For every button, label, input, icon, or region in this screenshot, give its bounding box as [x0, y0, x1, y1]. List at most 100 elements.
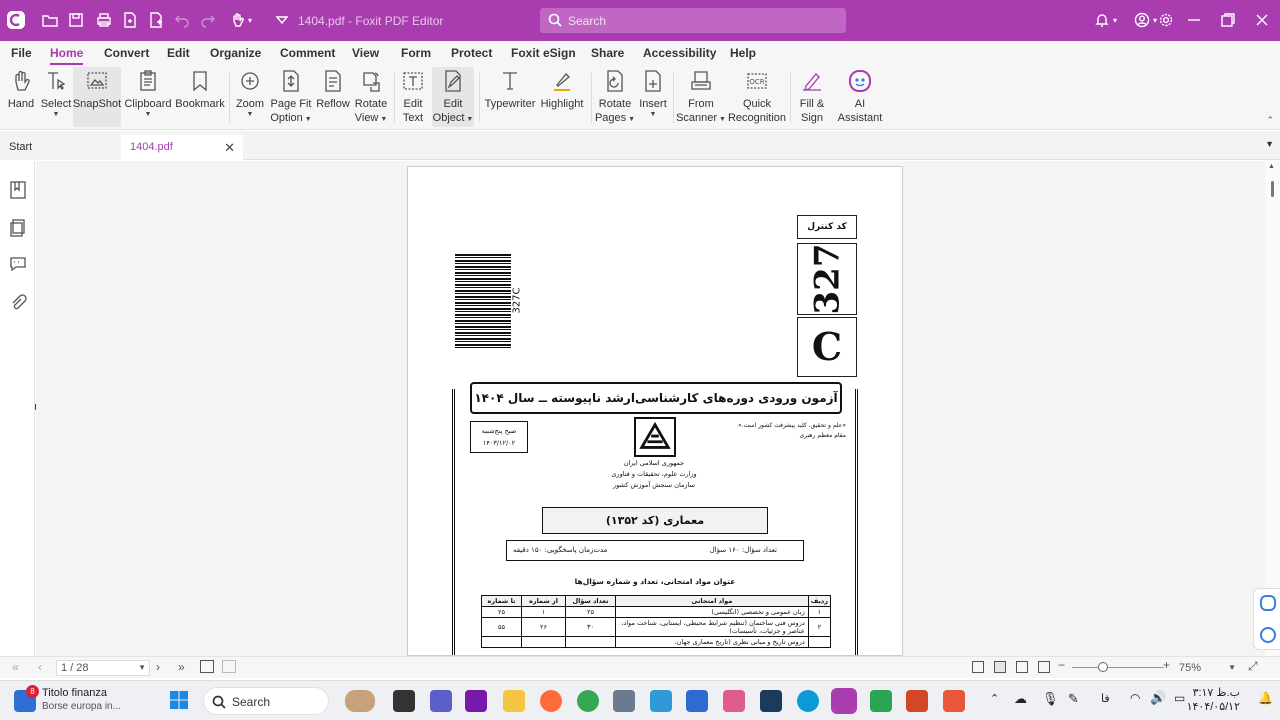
- from-scanner-button[interactable]: From Scanner ▼: [676, 67, 726, 127]
- menu-convert[interactable]: Convert: [104, 46, 149, 60]
- menu-share[interactable]: Share: [591, 46, 624, 60]
- bookmark-button[interactable]: Bookmark: [175, 67, 225, 127]
- input-language[interactable]: فا: [1101, 692, 1110, 705]
- firefox-icon[interactable]: [540, 690, 562, 712]
- calculator-icon[interactable]: [613, 690, 635, 712]
- menu-help[interactable]: Help: [730, 46, 756, 60]
- show-hidden-icons-icon[interactable]: ⌃: [990, 692, 999, 705]
- print-icon[interactable]: [92, 8, 116, 32]
- menu-file[interactable]: File: [11, 46, 32, 60]
- hand-tool-button[interactable]: Hand: [5, 67, 37, 127]
- first-page-icon[interactable]: «: [12, 660, 19, 674]
- taskbar-search[interactable]: Search: [203, 687, 329, 715]
- zoom-level-input[interactable]: 75% ▼: [1176, 660, 1240, 676]
- windows-start-icon[interactable]: [169, 690, 189, 710]
- search-input[interactable]: Search: [540, 8, 846, 33]
- pages-panel-icon[interactable]: [9, 219, 27, 237]
- task-view-icon[interactable]: [393, 690, 415, 712]
- clipboard-dropdown-icon[interactable]: ▼: [145, 111, 152, 119]
- wifi-icon[interactable]: ◠: [1130, 691, 1140, 705]
- zoom-dropdown-icon[interactable]: ▼: [1228, 663, 1236, 672]
- tab-start[interactable]: Start: [0, 135, 122, 160]
- edit-text-button[interactable]: Edit Text: [398, 67, 428, 127]
- ai-assistant-button[interactable]: AI Assistant: [836, 67, 884, 127]
- previous-page-icon[interactable]: ‹: [38, 660, 42, 674]
- pen-icon[interactable]: ✎: [1068, 691, 1079, 707]
- teams-chat-icon[interactable]: [430, 690, 452, 712]
- menu-comment[interactable]: Comment: [280, 46, 335, 60]
- rotate-pages-button[interactable]: Rotate Pages ▼: [595, 67, 635, 127]
- microphone-icon[interactable]: 🎙: [1042, 691, 1059, 707]
- typewriter-button[interactable]: Typewriter: [484, 67, 536, 127]
- volume-icon[interactable]: 🔊: [1150, 690, 1166, 706]
- highlight-button[interactable]: Highlight: [538, 67, 586, 127]
- menu-protect[interactable]: Protect: [451, 46, 492, 60]
- snipping-tool-icon[interactable]: [650, 690, 672, 712]
- quick-access-dropdown-icon[interactable]: ▾: [244, 8, 256, 32]
- new-document-icon[interactable]: [118, 8, 142, 32]
- cloud-icon[interactable]: ☁: [1014, 691, 1027, 707]
- menu-home[interactable]: Home: [50, 46, 84, 65]
- visual-studio-icon[interactable]: [760, 690, 782, 712]
- battery-icon[interactable]: ▭: [1174, 691, 1185, 705]
- vertical-scrollbar[interactable]: ▲: [1265, 161, 1280, 656]
- single-page-view-icon[interactable]: [972, 661, 984, 673]
- fill-sign-button[interactable]: Fill & Sign: [796, 67, 828, 127]
- close-window-icon[interactable]: [1250, 8, 1274, 32]
- menu-accessibility[interactable]: Accessibility: [643, 46, 716, 60]
- chrome-icon[interactable]: [577, 690, 599, 712]
- zoom-button[interactable]: Zoom ▼: [234, 67, 266, 127]
- menu-organize[interactable]: Organize: [210, 46, 261, 60]
- select-dropdown-icon[interactable]: ▼: [53, 111, 60, 119]
- app-icon-pink[interactable]: [723, 690, 745, 712]
- floating-assistant-panel[interactable]: [1253, 588, 1280, 650]
- powerpoint-icon[interactable]: [906, 690, 928, 712]
- zoom-dropdown-icon[interactable]: ▼: [247, 111, 254, 119]
- comments-panel-icon[interactable]: [9, 255, 27, 273]
- snapshot-button[interactable]: SnapShot: [73, 67, 121, 127]
- continuous-view-icon[interactable]: [994, 661, 1006, 673]
- menu-foxit-esign[interactable]: Foxit eSign: [511, 46, 576, 60]
- settings-gear-icon[interactable]: [1154, 8, 1178, 32]
- zoom-slider[interactable]: [1072, 667, 1164, 668]
- previous-view-icon[interactable]: [200, 660, 214, 673]
- zoom-slider-thumb[interactable]: [1098, 662, 1108, 672]
- fullscreen-icon[interactable]: ⤢: [1248, 659, 1258, 674]
- minimize-window-icon[interactable]: [1182, 8, 1206, 32]
- insert-dropdown-icon[interactable]: ▼: [650, 111, 657, 119]
- menu-edit[interactable]: Edit: [167, 46, 190, 60]
- tab-1404-pdf[interactable]: 1404.pdf ✕: [121, 135, 243, 160]
- page-number-input[interactable]: 1 / 28 ▼: [56, 660, 150, 676]
- menu-form[interactable]: Form: [401, 46, 431, 60]
- insert-button[interactable]: Insert ▼: [637, 67, 669, 127]
- facing-view-icon[interactable]: [1016, 661, 1028, 673]
- open-folder-icon[interactable]: [38, 8, 62, 32]
- tab-list-dropdown-icon[interactable]: ▼: [1265, 139, 1274, 149]
- widget-subtitle[interactable]: Borse europa in...: [42, 701, 121, 712]
- next-view-icon[interactable]: [222, 660, 236, 673]
- notification-dropdown-icon[interactable]: ▾: [1108, 8, 1122, 32]
- clipboard-button[interactable]: Clipboard ▼: [124, 67, 172, 127]
- ai-chat-icon[interactable]: [1260, 595, 1276, 611]
- menu-view[interactable]: View: [352, 46, 379, 60]
- edge-icon[interactable]: [797, 690, 819, 712]
- scroll-up-icon[interactable]: ▲: [1268, 163, 1275, 170]
- search-highlight-icon[interactable]: [345, 690, 375, 712]
- page-fit-option-button[interactable]: Page Fit Option ▼: [270, 67, 312, 127]
- foxit-app-icon[interactable]: [6, 10, 26, 30]
- pdf-page[interactable]: کد کنترل 327 C 327C آزمون ورودی دوره‌های…: [407, 166, 903, 656]
- zoom-out-icon[interactable]: −: [1058, 658, 1065, 672]
- edit-object-button[interactable]: Edit Object ▼: [432, 67, 474, 127]
- redo-icon[interactable]: [196, 8, 220, 32]
- continuous-facing-view-icon[interactable]: [1038, 661, 1050, 673]
- onenote-icon[interactable]: [465, 690, 487, 712]
- select-tool-button[interactable]: Select ▼: [40, 67, 72, 127]
- page-dropdown-icon[interactable]: ▼: [138, 663, 146, 672]
- save-icon[interactable]: [64, 8, 88, 32]
- store-icon[interactable]: [686, 690, 708, 712]
- undo-icon[interactable]: [170, 8, 194, 32]
- attachments-panel-icon[interactable]: [9, 293, 27, 311]
- support-headset-icon[interactable]: [1260, 627, 1276, 643]
- notifications-icon[interactable]: 🔔: [1258, 691, 1273, 705]
- quick-recognition-button[interactable]: OCR Quick Recognition: [728, 67, 786, 127]
